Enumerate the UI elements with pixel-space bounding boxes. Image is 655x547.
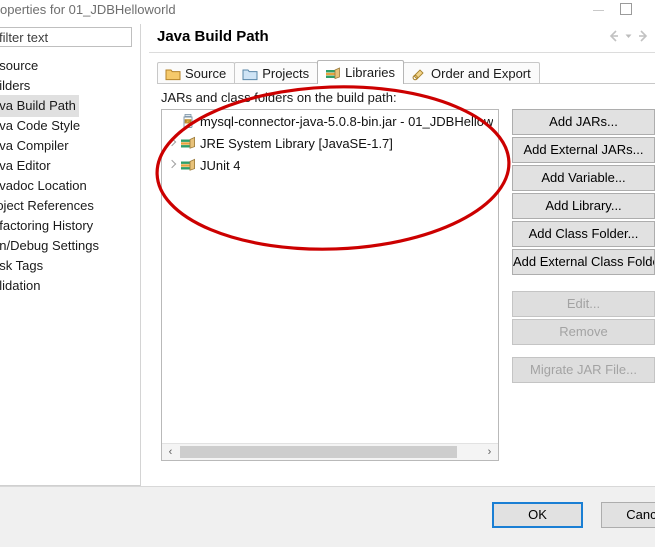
add-class-folder-button[interactable]: Add Class Folder... — [512, 221, 655, 247]
svg-text:010: 010 — [185, 120, 191, 124]
migrate-jar-file-button: Migrate JAR File... — [512, 357, 655, 383]
library-entry-label: mysql-connector-java-5.0.8-bin.jar - 01_… — [200, 113, 494, 129]
sidebar-item[interactable]: ask Tags — [0, 255, 140, 275]
list-label: JARs and class folders on the build path… — [161, 90, 397, 105]
tab-projects[interactable]: Projects — [234, 62, 319, 84]
sidebar-item[interactable]: avadoc Location — [0, 175, 140, 195]
libraries-action-buttons: Add JARs... Add External JARs... Add Varia… — [512, 109, 655, 385]
sidebar-item[interactable]: ava Compiler — [0, 135, 140, 155]
sidebar-item-label: uilders — [0, 78, 31, 93]
jar-file-icon: 010 — [180, 113, 198, 129]
libraries-list[interactable]: 010 mysql-connector-java-5.0.8-bin.jar - … — [161, 109, 499, 461]
tab-label: Order and Export — [431, 66, 531, 81]
page-title: Java Build Path — [157, 28, 269, 45]
tab-label: Projects — [262, 66, 310, 81]
build-path-tabs: Source Projects Libraries Order and Export — [157, 60, 540, 84]
library-books-icon — [180, 157, 198, 173]
navigate-forward-icon[interactable] — [635, 28, 651, 44]
minimize-icon[interactable] — [585, 0, 613, 20]
expand-chevron-icon[interactable] — [166, 132, 180, 154]
tab-libraries[interactable]: Libraries — [317, 60, 405, 84]
sidebar-item-label: ava Code Style — [0, 118, 81, 133]
library-entry-label: JRE System Library [JavaSE-1.7] — [200, 135, 393, 151]
sidebar-item[interactable]: esource — [0, 55, 140, 75]
sidebar-item[interactable]: ava Build Path — [0, 95, 140, 117]
scroll-right-icon[interactable]: › — [481, 444, 498, 460]
tab-source[interactable]: Source — [157, 62, 236, 84]
scrollbar-thumb[interactable] — [180, 446, 457, 458]
sidebar-item[interactable]: alidation — [0, 275, 140, 295]
sidebar-item-label: esource — [0, 58, 39, 73]
sidebar-item-label: ava Compiler — [0, 138, 69, 153]
window-titlebar: operties for 01_JDBHelloworld — [0, 0, 655, 22]
sidebar-item[interactable]: uilders — [0, 75, 140, 95]
sidebar-item-label: ask Tags — [0, 258, 44, 273]
ok-button[interactable]: OK — [492, 502, 583, 528]
settings-page: Java Build Path Source Projects Librarie… — [149, 24, 655, 485]
library-entry-row[interactable]: JUnit 4 — [162, 154, 498, 176]
add-library-button[interactable]: Add Library... — [512, 193, 655, 219]
expand-chevron-icon[interactable] — [166, 154, 180, 176]
add-external-class-folde-button[interactable]: Add External Class Folde — [512, 249, 655, 275]
order-export-icon — [411, 67, 427, 81]
cancel-button[interactable]: Cancel — [601, 502, 655, 528]
tab-order-and-export[interactable]: Order and Export — [403, 62, 540, 84]
history-dropdown-icon[interactable] — [624, 28, 633, 44]
add-external-jars-button[interactable]: Add External JARs... — [512, 137, 655, 163]
add-variable-button[interactable]: Add Variable... — [512, 165, 655, 191]
filter-input[interactable]: filter text — [0, 27, 132, 47]
sidebar-item[interactable]: ava Editor — [0, 155, 140, 175]
dialog-footer: OK Cancel — [0, 486, 655, 547]
library-books-icon — [180, 135, 198, 151]
library-entry-row[interactable]: 010 mysql-connector-java-5.0.8-bin.jar - … — [162, 110, 498, 132]
sidebar-item[interactable]: roject References — [0, 195, 140, 215]
maximize-icon[interactable] — [612, 0, 640, 20]
scroll-left-icon[interactable]: ‹ — [162, 444, 179, 460]
settings-sidebar: filter text esource uilders ava Build Path… — [0, 24, 141, 486]
navigate-back-icon[interactable] — [606, 28, 622, 44]
sidebar-item[interactable]: un/Debug Settings — [0, 235, 140, 255]
projects-folder-icon — [242, 67, 258, 81]
sidebar-item-label: alidation — [0, 278, 41, 293]
sidebar-item-label: ava Editor — [0, 158, 51, 173]
settings-nav-tree: esource uilders ava Build Pathava Code Sty… — [0, 55, 140, 295]
edit-button: Edit... — [512, 291, 655, 317]
libraries-tab-content: JARs and class folders on the build path… — [157, 83, 655, 485]
remove-button: Remove — [512, 319, 655, 345]
tab-label: Libraries — [345, 65, 396, 80]
page-nav-controls — [606, 28, 651, 44]
page-header: Java Build Path — [149, 24, 655, 53]
sidebar-item-label: un/Debug Settings — [0, 238, 99, 253]
window-title: operties for 01_JDBHelloworld — [0, 2, 176, 17]
sidebar-item-label: efactoring History — [0, 218, 94, 233]
button-group-divider — [512, 347, 655, 357]
source-folder-icon — [165, 67, 181, 81]
sidebar-item[interactable]: ava Code Style — [0, 115, 140, 135]
button-group-divider — [512, 277, 655, 291]
sidebar-item-label: roject References — [0, 198, 94, 213]
library-entry-row[interactable]: JRE System Library [JavaSE-1.7] — [162, 132, 498, 154]
add-jars-button[interactable]: Add JARs... — [512, 109, 655, 135]
libraries-tree: 010 mysql-connector-java-5.0.8-bin.jar - … — [162, 110, 498, 176]
filter-input-value: filter text — [0, 30, 49, 45]
libraries-books-icon — [325, 66, 341, 80]
tab-label: Source — [185, 66, 227, 81]
sidebar-item-label: avadoc Location — [0, 178, 87, 193]
library-entry-label: JUnit 4 — [200, 157, 241, 173]
sidebar-item-label: ava Build Path — [0, 95, 79, 117]
sidebar-item[interactable]: efactoring History — [0, 215, 140, 235]
horizontal-scrollbar[interactable]: ‹ › — [162, 443, 498, 460]
